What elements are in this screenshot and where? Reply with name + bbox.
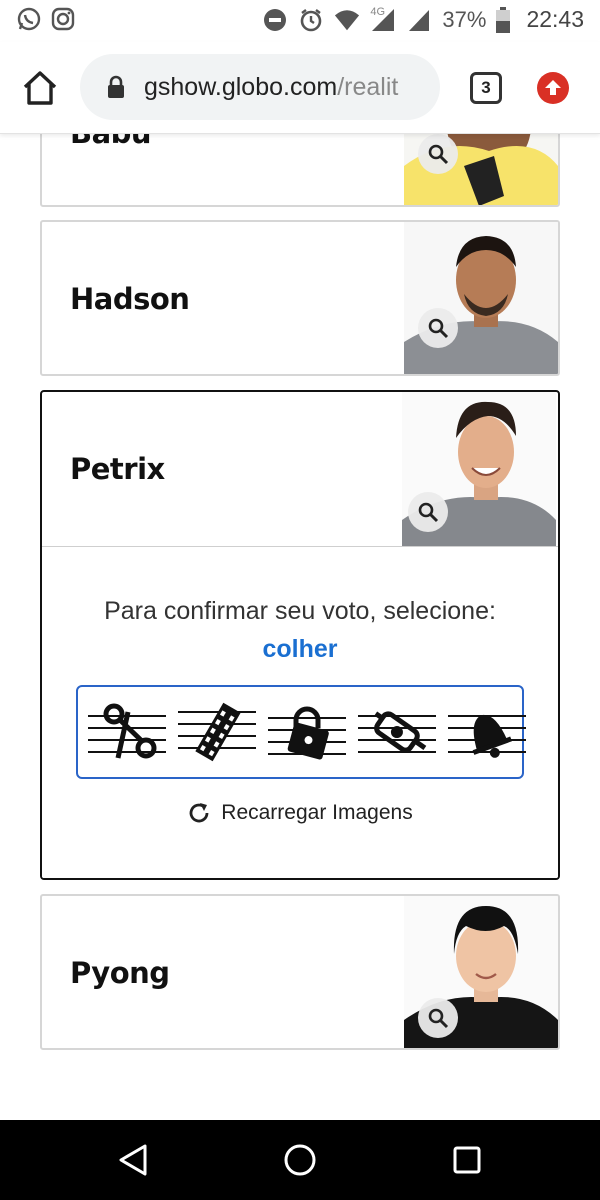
url-bar[interactable]: gshow.globo.com/realit [80,54,440,120]
tab-count: 3 [481,78,491,97]
participant-name: Pyong [70,956,170,990]
participants-list: Babu Hadson [0,134,600,1120]
participant-photo [404,222,558,374]
participant-photo [404,134,558,205]
update-arrow-icon[interactable] [537,72,569,104]
tabs-icon[interactable]: 3 [470,72,502,104]
captcha-option-film-strip[interactable] [178,700,256,764]
participant-name: Hadson [70,282,190,316]
reload-images-button[interactable]: Recarregar Imagens [42,801,558,825]
captcha-option-key-cutter[interactable] [358,700,436,764]
browser-toolbar: gshow.globo.com/realit 3 [0,42,600,134]
zoom-icon[interactable] [418,998,458,1038]
home-icon[interactable] [20,68,60,108]
url-text: gshow.globo.com/realit [144,73,398,102]
participant-card-pyong[interactable]: Pyong [40,894,560,1050]
android-nav-bar [0,1120,600,1200]
participant-photo [402,392,556,546]
participant-photo [404,896,558,1048]
signal-icon: 4G [370,5,396,32]
captcha-image-strip [76,685,526,779]
clock: 22:43 [526,6,584,32]
participant-name: Babu [70,134,152,150]
captcha-panel: Para confirmar seu voto, selecione: colh… [42,546,558,878]
captcha-target-word: colher [262,635,338,663]
battery-icon [496,6,511,33]
captcha-prompt: Para confirmar seu voto, selecione: [104,597,496,625]
signal-icon [406,7,432,33]
lock-icon [106,75,126,99]
alarm-icon [298,7,324,33]
status-bar: 4G 37% 22:43 [0,0,600,42]
participant-card-petrix[interactable]: Petrix Para confirmar seu voto, selecion… [40,390,560,880]
participant-card-hadson[interactable]: Hadson [40,220,560,376]
url-domain: gshow.globo.com [144,72,338,101]
zoom-icon[interactable] [418,134,458,174]
battery-percent: 37% [442,6,487,32]
zoom-icon[interactable] [408,492,448,532]
url-path: /realit [337,72,399,101]
captcha-option-bell[interactable] [448,700,526,764]
reload-images-label: Recarregar Imagens [221,801,413,824]
instagram-icon [50,6,76,32]
home-circle-icon[interactable] [280,1140,320,1180]
recents-icon[interactable] [447,1140,487,1180]
participant-card-babu[interactable]: Babu [40,134,560,207]
zoom-icon[interactable] [418,308,458,348]
participant-name: Petrix [70,452,165,486]
whatsapp-icon [16,6,42,32]
captcha-option-scissors[interactable] [88,700,166,764]
do-not-disturb-icon [262,7,288,33]
refresh-icon [187,801,211,825]
wifi-icon [334,7,360,33]
back-icon[interactable] [113,1140,153,1180]
network-type: 4G [370,5,386,18]
captcha-option-padlock[interactable] [268,700,346,764]
